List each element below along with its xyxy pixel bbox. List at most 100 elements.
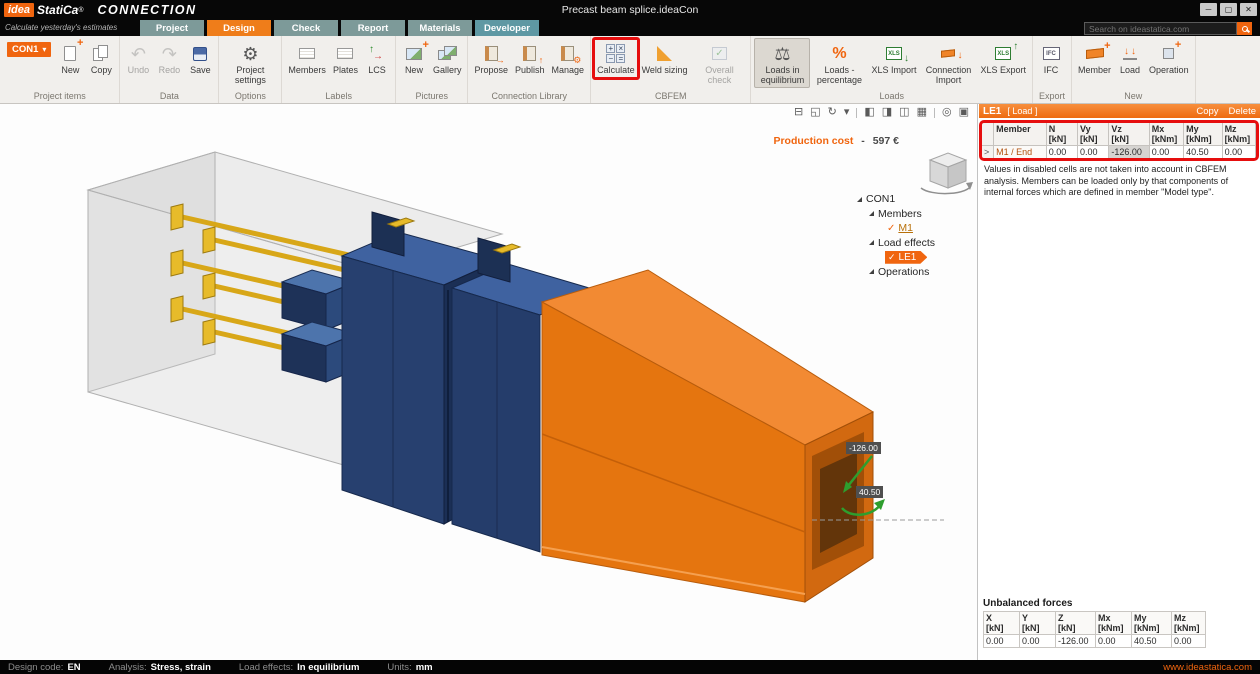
ifc-icon: IFC (1043, 41, 1060, 66)
cell-n[interactable]: 0.00 (1046, 146, 1077, 159)
members-labels-button[interactable]: Members (285, 38, 329, 78)
tab-check[interactable]: Check (274, 20, 338, 36)
undo-icon: ↶ (131, 41, 146, 66)
toolbar-divider (934, 108, 935, 118)
cell-member[interactable]: M1 / End (994, 146, 1047, 159)
new-load-button[interactable]: ↓↓ Load (1115, 38, 1145, 78)
navigation-cube[interactable] (921, 153, 973, 194)
cell-my[interactable]: 40.50 (1184, 146, 1222, 159)
statica-logo: StatiCa (37, 3, 78, 17)
rotate-view-icon[interactable]: ↻ (828, 107, 837, 118)
new-item-icon: + (64, 41, 76, 66)
cell-mx[interactable]: 0.00 (1149, 146, 1183, 159)
expander-icon[interactable] (869, 211, 874, 216)
delete-load-button[interactable]: Delete (1229, 106, 1256, 117)
expander-icon[interactable] (869, 269, 874, 274)
overall-check-button[interactable]: ✓ Overall check (691, 38, 747, 88)
model-3d[interactable] (0, 104, 978, 660)
tree-node-members[interactable]: Members (855, 207, 967, 222)
xls-import-button[interactable]: XLS↓ XLS Import (868, 38, 919, 78)
redo-button[interactable]: ↷ Redo (154, 38, 184, 78)
tree-node-m1[interactable]: ✓ M1 (855, 221, 967, 236)
connection-selector[interactable]: CON1 ▾ (7, 42, 51, 57)
col-y: Y[kN] (1020, 612, 1056, 635)
vz-force-badge: -126.00 (846, 442, 881, 454)
close-button[interactable]: ✕ (1240, 3, 1257, 16)
nav-tabs: Project Design Check Report Materials De… (140, 20, 539, 36)
expander-icon[interactable] (857, 197, 862, 202)
publish-button[interactable]: ↑ Publish (512, 38, 548, 78)
orange-beam[interactable] (542, 270, 873, 602)
new-operation-button[interactable]: + Operation (1146, 38, 1192, 78)
fit-view-icon[interactable]: ◱ (810, 107, 820, 118)
view-mesh-icon[interactable]: ▦ (917, 107, 927, 118)
my-moment-badge: 40.50 (856, 486, 883, 498)
viewport-3d[interactable]: ⊟ ◱ ↻ ▾ ◧ ◨ ◫ ▦ ◎ ▣ Production cost - 59… (0, 104, 978, 660)
new-item-button[interactable]: + New (55, 38, 85, 78)
tab-design[interactable]: Design (207, 20, 271, 36)
tree-node-operations[interactable]: Operations (855, 265, 967, 280)
visibility-icon[interactable]: ◎ (942, 107, 952, 118)
xls-export-button[interactable]: XLS↑ XLS Export (977, 38, 1029, 78)
group-label-pictures: Pictures (396, 91, 468, 103)
view-transparent-icon[interactable]: ◨ (882, 107, 892, 118)
website-link[interactable]: www.ideastatica.com (1163, 662, 1252, 673)
ribbon-group-loads: ⚖ Loads in equilibrium % Loads - percent… (751, 36, 1033, 103)
loads-percentage-button[interactable]: % Loads - percentage (811, 38, 867, 88)
ruler-icon[interactable]: ⊟ (794, 107, 803, 118)
col-z: Z[kN] (1056, 612, 1096, 635)
minimize-button[interactable]: ─ (1200, 3, 1217, 16)
cell-vy[interactable]: 0.00 (1078, 146, 1109, 159)
undo-button[interactable]: ↶ Undo (123, 38, 153, 78)
new-picture-button[interactable]: + New (399, 38, 429, 78)
manage-button[interactable]: ⚙ Manage (549, 38, 588, 78)
document-title: Precast beam splice.ideaCon (562, 4, 699, 16)
col-vz: Vz[kN] (1109, 123, 1149, 146)
selected-load-effect-flag[interactable]: ✓ LE1 (885, 251, 927, 264)
search-input[interactable] (1084, 22, 1237, 35)
row-expander-icon[interactable]: > (982, 146, 994, 159)
new-member-button[interactable]: + Member (1075, 38, 1114, 78)
publish-icon: ↑ (523, 41, 536, 66)
loads-in-equilibrium-button[interactable]: ⚖ Loads in equilibrium (754, 38, 810, 88)
screenshot-icon[interactable]: ▣ (959, 107, 969, 118)
view-solid-icon[interactable]: ◧ (864, 107, 874, 118)
weld-sizing-button[interactable]: Weld sizing (639, 38, 691, 78)
expander-icon[interactable] (869, 240, 874, 245)
gallery-button[interactable]: Gallery (430, 38, 465, 78)
tree-node-con1[interactable]: CON1 (855, 192, 967, 207)
ribbon-group-connection-library: → Propose ↑ Publish ⚙ Manage Connection … (468, 36, 591, 103)
idea-logo: idea (4, 3, 34, 17)
cell-vz[interactable]: -126.00 (1109, 146, 1149, 159)
project-settings-button[interactable]: ⚙ Project settings (222, 38, 278, 88)
percent-icon: % (832, 41, 846, 66)
lcs-button[interactable]: ↑→ LCS (362, 38, 392, 78)
maximize-button[interactable]: ▢ (1220, 3, 1237, 16)
save-button[interactable]: Save (185, 38, 215, 78)
ribbon: CON1 ▾ + New Copy Project items ↶ Undo ↷… (0, 36, 1260, 104)
ifc-export-button[interactable]: IFC IFC (1036, 38, 1066, 78)
col-my: My[kNm] (1132, 612, 1172, 635)
tree-node-load-effects[interactable]: Load effects (855, 236, 967, 251)
search-button[interactable] (1237, 22, 1252, 35)
copy-item-button[interactable]: Copy (86, 38, 116, 78)
copy-load-button[interactable]: Copy (1196, 106, 1218, 117)
new-load-icon: ↓↓ (1123, 41, 1137, 66)
tab-materials[interactable]: Materials (408, 20, 472, 36)
view-wireframe-icon[interactable]: ◫ (899, 107, 909, 118)
tab-project[interactable]: Project (140, 20, 204, 36)
col-vy: Vy[kN] (1078, 123, 1109, 146)
plates-labels-button[interactable]: Plates (330, 38, 361, 78)
window-controls: ─ ▢ ✕ (1200, 3, 1257, 16)
weld-sizing-icon (657, 41, 672, 66)
tab-report[interactable]: Report (341, 20, 405, 36)
connection-import-icon: ↓ (941, 41, 955, 66)
propose-button[interactable]: → Propose (471, 38, 511, 78)
tree-node-le1[interactable]: ✓ LE1 (855, 250, 967, 265)
view-options-caret-icon[interactable]: ▾ (844, 107, 850, 118)
tab-developer[interactable]: Developer (475, 20, 539, 36)
connection-import-button[interactable]: ↓ Connection Import (920, 38, 976, 88)
search-box (1084, 22, 1252, 35)
calculate-button[interactable]: +×−= Calculate (594, 38, 638, 78)
cell-mz[interactable]: 0.00 (1222, 146, 1255, 159)
